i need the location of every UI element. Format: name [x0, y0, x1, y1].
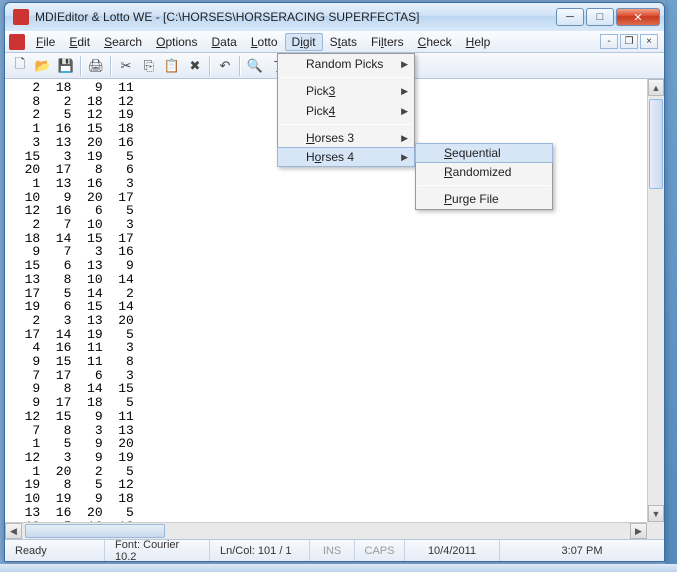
cut-icon[interactable]: ✂ [115, 55, 137, 77]
menu-horses-4[interactable]: Horses 4▶ [277, 147, 415, 167]
mdi-restore-button[interactable]: ❐ [620, 34, 638, 49]
horizontal-scrollbar[interactable]: ◀ ▶ [5, 522, 647, 539]
menu-purge-file[interactable]: Purge File [416, 189, 552, 209]
desktop-right-strip [665, 0, 677, 572]
mdi-doc-icon[interactable] [9, 34, 25, 50]
menu-filters[interactable]: Filters [364, 33, 411, 51]
app-icon [13, 9, 29, 25]
menu-edit[interactable]: Edit [62, 33, 97, 51]
vertical-scrollbar[interactable]: ▲ ▼ [647, 79, 664, 522]
scroll-right-icon[interactable]: ▶ [630, 523, 647, 539]
save-icon[interactable]: 💾 [55, 55, 77, 77]
paste-icon[interactable]: 📋 [161, 55, 183, 77]
status-lncol: Ln/Col: 101 / 1 [210, 540, 310, 561]
menu-file[interactable]: File [29, 33, 62, 51]
horses4-dropdown: Sequential Randomized Purge File [415, 143, 553, 210]
menu-check[interactable]: Check [411, 33, 459, 51]
undo-icon[interactable]: ↶ [214, 55, 236, 77]
menu-random-picks[interactable]: Random Picks▶ [278, 54, 414, 74]
open-icon[interactable]: 📂 [32, 55, 54, 77]
hscroll-thumb[interactable] [25, 524, 165, 538]
status-time: 3:07 PM [500, 540, 664, 561]
taskbar-edge [0, 564, 677, 572]
menu-pick-4[interactable]: Pick 4▶ [278, 101, 414, 121]
menu-search[interactable]: Search [97, 33, 149, 51]
menu-digit[interactable]: Digit [285, 33, 323, 51]
vscroll-thumb[interactable] [649, 99, 663, 189]
titlebar[interactable]: MDIEditor & Lotto WE - [C:\HORSES\HORSER… [5, 3, 664, 31]
delete-icon[interactable]: ✖ [184, 55, 206, 77]
status-date: 10/4/2011 [405, 540, 500, 561]
mdi-close-button[interactable]: × [640, 34, 658, 49]
scroll-left-icon[interactable]: ◀ [5, 523, 22, 539]
status-caps: CAPS [355, 540, 405, 561]
menu-sequential[interactable]: Sequential [415, 143, 553, 163]
menubar: File Edit Search Options Data Lotto Digi… [5, 31, 664, 53]
menu-horses-3[interactable]: Horses 3▶ [278, 128, 414, 148]
copy-icon[interactable]: ⎘ [138, 55, 160, 77]
close-button[interactable]: ✕ [616, 8, 660, 26]
menu-data[interactable]: Data [204, 33, 243, 51]
menu-pick-3[interactable]: Pick 3▶ [278, 81, 414, 101]
menu-help[interactable]: Help [459, 33, 498, 51]
window-title: MDIEditor & Lotto WE - [C:\HORSES\HORSER… [35, 10, 556, 24]
find-icon[interactable]: 🔍 [244, 55, 266, 77]
status-ready: Ready [5, 540, 105, 561]
maximize-button[interactable]: □ [586, 8, 614, 26]
status-font: Font: Courier 10.2 [105, 540, 210, 561]
minimize-button[interactable]: ─ [556, 8, 584, 26]
print-icon[interactable]: 🖨 [85, 55, 107, 77]
scroll-corner [647, 522, 664, 539]
mdi-minimize-button[interactable]: - [600, 34, 618, 49]
menu-lotto[interactable]: Lotto [244, 33, 285, 51]
menu-randomized[interactable]: Randomized [416, 162, 552, 182]
scroll-up-icon[interactable]: ▲ [648, 79, 664, 96]
scroll-down-icon[interactable]: ▼ [648, 505, 664, 522]
statusbar: Ready Font: Courier 10.2 Ln/Col: 101 / 1… [5, 539, 664, 561]
digit-dropdown: Random Picks▶ Pick 3▶ Pick 4▶ Horses 3▶ … [277, 53, 415, 167]
status-ins: INS [310, 540, 355, 561]
new-icon[interactable]: 🗋 [9, 55, 31, 77]
menu-options[interactable]: Options [149, 33, 204, 51]
menu-stats[interactable]: Stats [323, 33, 364, 51]
